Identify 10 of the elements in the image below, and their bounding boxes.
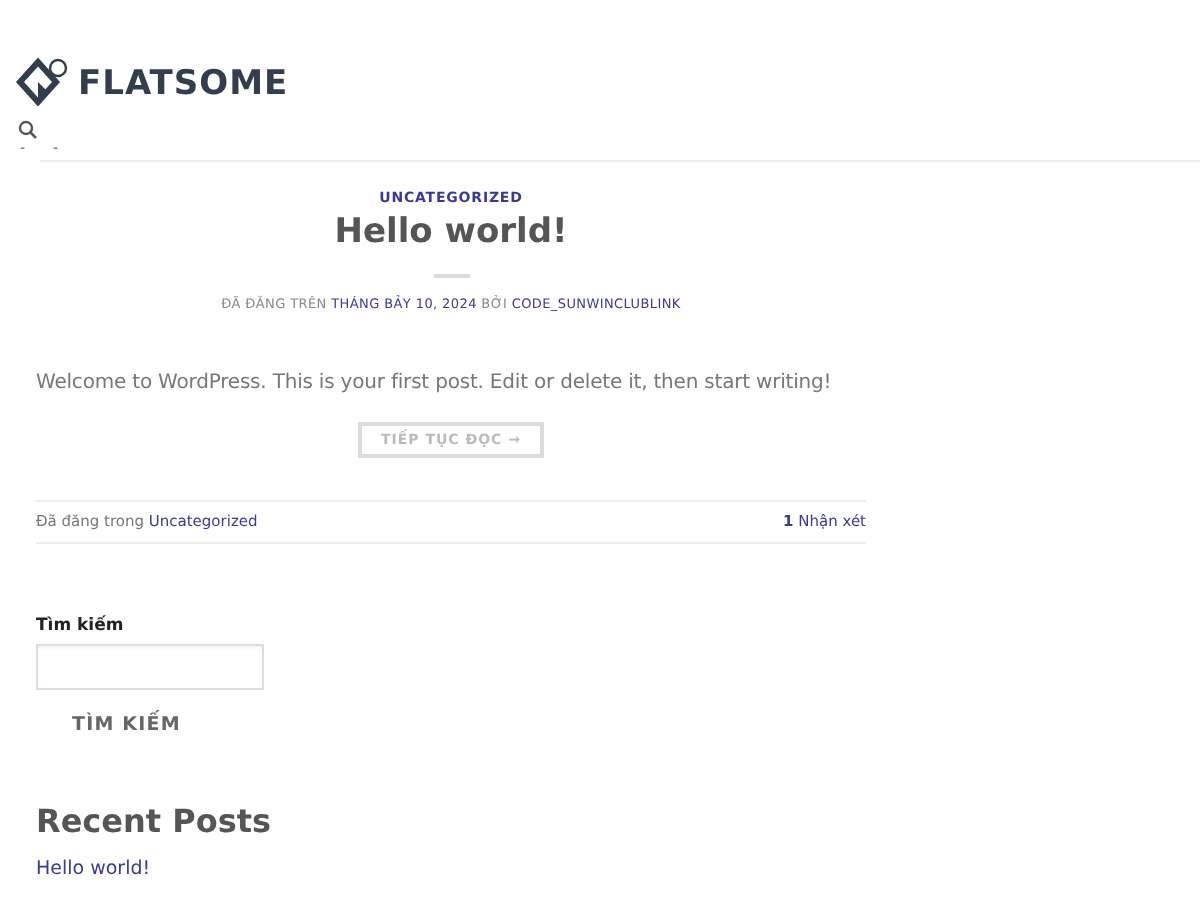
search-label: Tìm kiếm: [36, 616, 126, 636]
logo-icon: [16, 58, 70, 108]
recent-post-link[interactable]: Hello world!: [36, 858, 1200, 880]
post-excerpt: Welcome to WordPress. This is your first post. Edit or delete it, then start writing!: [36, 370, 832, 398]
search-button[interactable]: TÌM KIẾM: [36, 696, 217, 754]
search-icon[interactable]: [18, 120, 38, 140]
search-field[interactable]: [36, 644, 264, 690]
logo-text[interactable]: FLATSOME: [78, 63, 289, 103]
post-title[interactable]: Hello world!: [36, 210, 866, 254]
widget-title: Recent Posts: [36, 802, 274, 842]
